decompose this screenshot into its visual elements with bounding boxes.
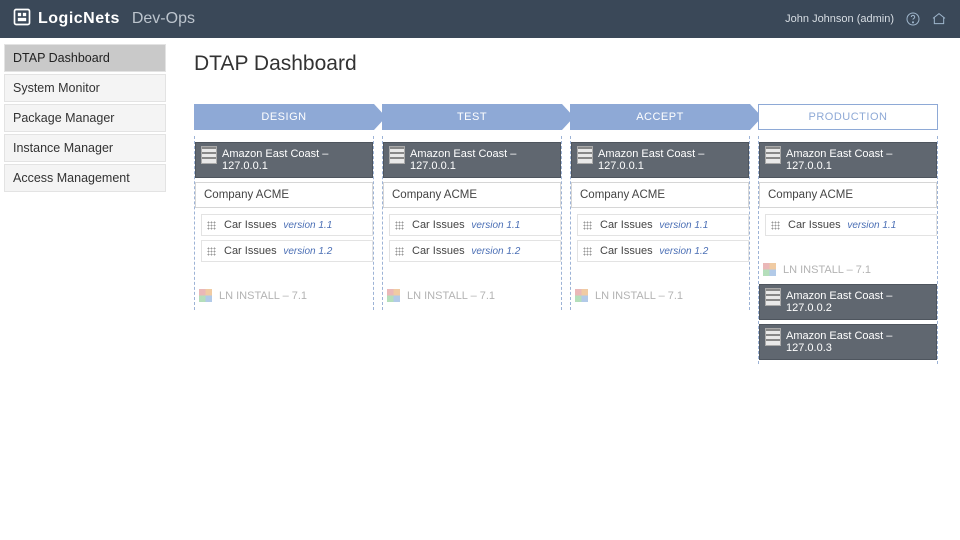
drag-grip-icon[interactable]	[207, 221, 216, 230]
package-row[interactable]: Car Issues version 1.1	[577, 214, 749, 236]
install-row[interactable]: LN INSTALL – 7.1	[759, 256, 937, 284]
topbar: LogicNets Dev-Ops John Johnson (admin)	[0, 0, 960, 38]
package-row[interactable]: Car Issues version 1.2	[389, 240, 561, 262]
sidebar: DTAP DashboardSystem MonitorPackage Mana…	[0, 38, 170, 540]
stage-body: Amazon East Coast – 127.0.0.1 Company ACM…	[758, 136, 938, 364]
package-row[interactable]: Car Issues version 1.2	[201, 240, 373, 262]
dtap-stages: DESIGN Amazon East Coast – 127.0.0.1 Compa…	[194, 104, 944, 364]
help-icon[interactable]	[904, 10, 922, 28]
instance-row[interactable]: Amazon East Coast – 127.0.0.1	[571, 142, 749, 178]
instance-row[interactable]: Amazon East Coast – 127.0.0.1	[383, 142, 561, 178]
package-row[interactable]: Car Issues version 1.2	[577, 240, 749, 262]
package-version: version 1.1	[657, 220, 709, 231]
instance-row[interactable]: Amazon East Coast – 127.0.0.1	[195, 142, 373, 178]
instance-row[interactable]: Amazon East Coast – 127.0.0.3	[759, 324, 937, 360]
sidebar-item-package-manager[interactable]: Package Manager	[4, 104, 166, 132]
main: DTAP Dashboard DESIGN Amazon East Coast –…	[170, 38, 960, 540]
package-version: version 1.1	[469, 220, 521, 231]
sidebar-item-dtap-dashboard[interactable]: DTAP Dashboard	[4, 44, 166, 72]
sidebar-item-access-management[interactable]: Access Management	[4, 164, 166, 192]
stage-header: PRODUCTION	[758, 104, 938, 130]
drag-grip-icon[interactable]	[395, 247, 404, 256]
install-row[interactable]: LN INSTALL – 7.1	[195, 282, 373, 310]
package-name: Car Issues	[412, 219, 465, 231]
package-name: Car Issues	[412, 245, 465, 257]
package-version: version 1.2	[469, 246, 521, 257]
stage-body: Amazon East Coast – 127.0.0.1 Company ACM…	[194, 136, 374, 310]
stage-production: PRODUCTION Amazon East Coast – 127.0.0.1 C…	[758, 104, 938, 364]
package-name: Car Issues	[224, 219, 277, 231]
logo-icon	[12, 7, 32, 32]
package-name: Car Issues	[224, 245, 277, 257]
company-row[interactable]: Company ACME	[759, 182, 937, 208]
install-row[interactable]: LN INSTALL – 7.1	[383, 282, 561, 310]
stage-design: DESIGN Amazon East Coast – 127.0.0.1 Compa…	[194, 104, 374, 364]
package-row[interactable]: Car Issues version 1.1	[389, 214, 561, 236]
stage-body: Amazon East Coast – 127.0.0.1 Company ACM…	[570, 136, 750, 310]
sidebar-item-instance-manager[interactable]: Instance Manager	[4, 134, 166, 162]
package-name: Car Issues	[788, 219, 841, 231]
company-row[interactable]: Company ACME	[195, 182, 373, 208]
package-name: Car Issues	[600, 245, 653, 257]
company-row[interactable]: Company ACME	[383, 182, 561, 208]
instance-row[interactable]: Amazon East Coast – 127.0.0.2	[759, 284, 937, 320]
page-title: DTAP Dashboard	[194, 52, 944, 76]
home-icon[interactable]	[930, 10, 948, 28]
stage-header: TEST	[382, 104, 562, 130]
stage-body: Amazon East Coast – 127.0.0.1 Company ACM…	[382, 136, 562, 310]
package-name: Car Issues	[600, 219, 653, 231]
drag-grip-icon[interactable]	[771, 221, 780, 230]
sidebar-item-system-monitor[interactable]: System Monitor	[4, 74, 166, 102]
drag-grip-icon[interactable]	[207, 247, 216, 256]
package-version: version 1.2	[657, 246, 709, 257]
instance-row[interactable]: Amazon East Coast – 127.0.0.1	[759, 142, 937, 178]
drag-grip-icon[interactable]	[583, 247, 592, 256]
stage-accept: ACCEPT Amazon East Coast – 127.0.0.1 Compa…	[570, 104, 750, 364]
drag-grip-icon[interactable]	[583, 221, 592, 230]
package-row[interactable]: Car Issues version 1.1	[201, 214, 373, 236]
stage-header: ACCEPT	[570, 104, 750, 130]
package-row[interactable]: Car Issues version 1.1	[765, 214, 937, 236]
package-version: version 1.1	[281, 220, 333, 231]
user-label: John Johnson (admin)	[785, 13, 894, 25]
stage-header: DESIGN	[194, 104, 374, 130]
stage-test: TEST Amazon East Coast – 127.0.0.1 Company…	[382, 104, 562, 364]
package-version: version 1.2	[281, 246, 333, 257]
subbrand-text: Dev-Ops	[132, 10, 195, 28]
logo: LogicNets Dev-Ops	[12, 7, 195, 32]
package-version: version 1.1	[845, 220, 897, 231]
install-row[interactable]: LN INSTALL – 7.1	[571, 282, 749, 310]
company-row[interactable]: Company ACME	[571, 182, 749, 208]
brand-text: LogicNets	[38, 10, 120, 28]
drag-grip-icon[interactable]	[395, 221, 404, 230]
